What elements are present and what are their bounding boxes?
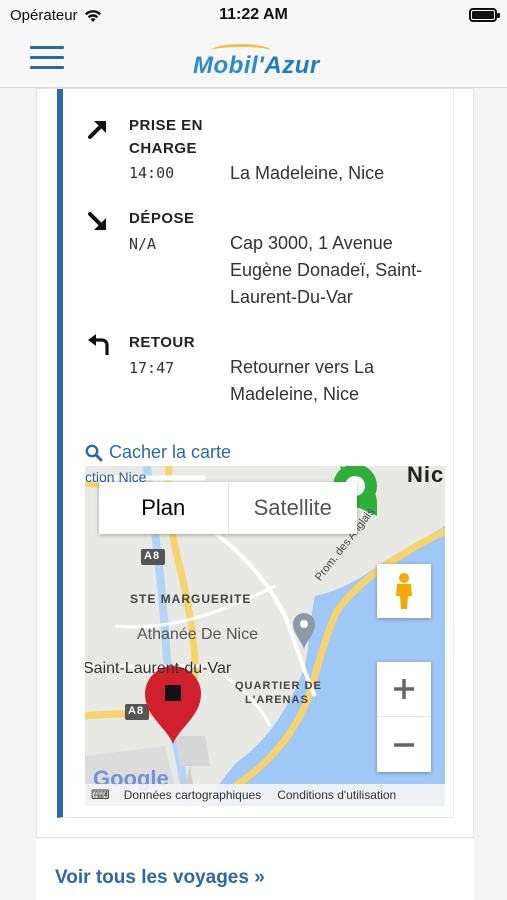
stop-time: 17:47 [129, 359, 175, 377]
stop-address: La Madeleine, Nice [230, 163, 385, 183]
map-label-marguerite: STE MARGUERITE [130, 592, 252, 606]
search-icon [85, 444, 103, 461]
stop-title: RETOUR [129, 334, 196, 351]
zoom-in-button[interactable] [377, 662, 431, 717]
map[interactable]: Google Nic ction Nice A8 A8 STE MARGUERI… [85, 466, 445, 806]
map-data-link[interactable]: Données cartographiques [124, 788, 261, 802]
map-label-a8: A8 [144, 550, 161, 562]
trip-details: PRISE EN CHARGE 14:00 La Madeleine, Nice… [57, 89, 454, 818]
arrow-up-right-icon [88, 121, 106, 139]
zoom-out-button[interactable] [377, 717, 431, 772]
stop-title: PRISE EN CHARGE [129, 117, 204, 157]
map-footer: ⌨ Données cartographiques Conditions d'u… [85, 784, 445, 806]
map-type-control: Plan Satellite [99, 482, 357, 534]
battery-icon [469, 8, 500, 22]
all-trips-link[interactable]: Voir tous les voyages » [55, 867, 265, 889]
arrow-down-right-icon [88, 212, 106, 230]
hide-map-link[interactable]: Cacher la carte [85, 442, 231, 463]
map-type-plan-button[interactable]: Plan [99, 482, 229, 534]
stop-time: N/A [129, 235, 157, 253]
stop-address: Cap 3000, 1 Avenue Eugène Donadeï, Saint… [230, 233, 423, 307]
map-label-athanee: Athanée De Nice [137, 626, 258, 643]
header: Mobil'Azur [0, 34, 507, 88]
trip-card: PRISE EN CHARGE 14:00 La Madeleine, Nice… [36, 88, 474, 838]
stop-address: Retourner vers La Madeleine, Nice [230, 357, 375, 404]
return-arrow-icon [88, 334, 109, 355]
logo-swoosh [211, 44, 271, 58]
zoom-control [377, 662, 431, 772]
menu-icon[interactable] [30, 46, 64, 72]
map-label-quartier-2: L'ARENAS [245, 694, 309, 706]
map-type-satellite-button[interactable]: Satellite [229, 482, 358, 534]
minus-icon [394, 742, 414, 747]
keyboard-icon[interactable]: ⌨ [91, 787, 110, 803]
map-label-a8-2: A8 [128, 705, 145, 717]
stop-title: DÉPOSE [129, 210, 195, 227]
map-label-city: Nic [407, 466, 445, 487]
plus-icon [394, 679, 414, 699]
stop-time: 14:00 [129, 164, 175, 182]
clock: 11:22 AM [219, 6, 288, 23]
street-view-button[interactable] [377, 564, 431, 618]
hide-map-label: Cacher la carte [109, 442, 232, 462]
pegman-icon [396, 573, 412, 609]
map-label-quartier-1: QUARTIER DE [235, 680, 322, 692]
map-label-saint-laurent: Saint-Laurent-du-Var [85, 660, 232, 677]
status-bar: Opérateur 11:22 AM [0, 0, 507, 34]
logo[interactable]: Mobil'Azur [193, 44, 320, 80]
footer: Voir tous les voyages » [36, 839, 474, 900]
terms-link[interactable]: Conditions d'utilisation [277, 788, 396, 802]
